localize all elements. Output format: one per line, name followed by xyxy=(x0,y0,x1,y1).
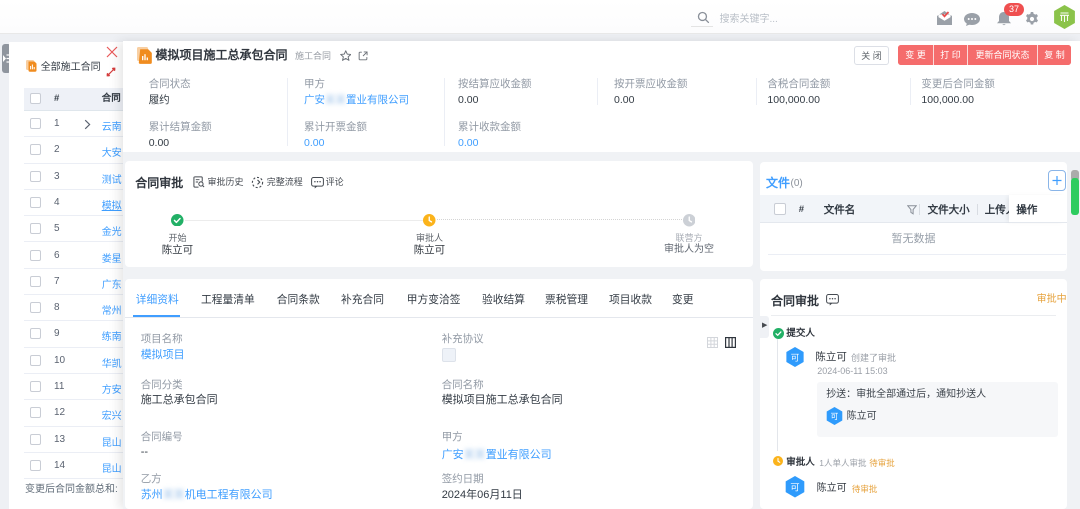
svg-text:可: 可 xyxy=(830,412,838,421)
svg-text:可: 可 xyxy=(791,483,800,493)
svg-text:可: 可 xyxy=(790,352,799,362)
